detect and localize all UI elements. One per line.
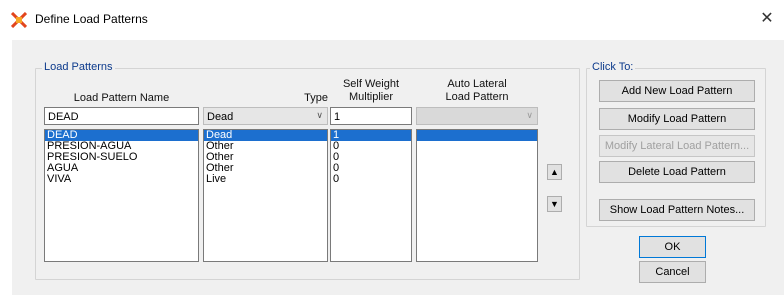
list-item[interactable]: 0	[331, 152, 411, 163]
chevron-down-icon: ∨	[316, 110, 323, 120]
dialog-body: Load Patterns Load Pattern Name Type Sel…	[12, 40, 784, 295]
header-self-weight-line1: Self Weight	[342, 78, 400, 90]
move-down-icon: ▼	[550, 199, 559, 209]
load-pattern-name-input[interactable]: DEAD	[44, 107, 199, 125]
header-type: Type	[304, 92, 328, 104]
type-select-value: Dead	[207, 111, 234, 123]
list-item[interactable]: Other	[204, 163, 327, 174]
app-logo-icon	[11, 12, 27, 28]
modify-load-pattern-button[interactable]: Modify Load Pattern	[599, 108, 755, 130]
list-item[interactable]: Other	[204, 152, 327, 163]
list-item[interactable]: Other	[204, 141, 327, 152]
load-patterns-legend: Load Patterns	[42, 61, 115, 73]
list-item[interactable]	[417, 130, 537, 141]
close-icon[interactable]: ✕	[758, 10, 776, 28]
auto-lateral-select: ∨	[416, 107, 538, 125]
list-item[interactable]: 0	[331, 141, 411, 152]
click-to-legend: Click To:	[590, 61, 636, 73]
header-auto-lateral-line1: Auto Lateral	[447, 78, 507, 90]
type-select[interactable]: Dead ∨	[203, 107, 328, 125]
list-item[interactable]: DEAD	[45, 130, 198, 141]
move-up-button[interactable]: ▲	[547, 164, 562, 180]
type-list[interactable]: Dead Other Other Other Live	[203, 129, 328, 262]
load-pattern-name-list[interactable]: DEAD PRESION-AGUA PRESION-SUELO AGUA VIV…	[44, 129, 199, 262]
list-item[interactable]: Live	[204, 174, 327, 185]
auto-lateral-list[interactable]	[416, 129, 538, 262]
modify-lateral-load-pattern-button: Modify Lateral Load Pattern...	[599, 135, 755, 157]
header-load-pattern-name: Load Pattern Name	[73, 92, 170, 104]
self-weight-multiplier-input[interactable]: 1	[330, 107, 412, 125]
ok-button[interactable]: OK	[639, 236, 706, 258]
chevron-down-icon: ∨	[526, 110, 533, 120]
delete-load-pattern-button[interactable]: Delete Load Pattern	[599, 161, 755, 183]
header-self-weight-line2: Multiplier	[348, 91, 393, 103]
move-up-icon: ▲	[550, 167, 559, 177]
list-item[interactable]: VIVA	[45, 174, 198, 185]
window-title: Define Load Patterns	[35, 12, 148, 26]
list-item[interactable]: AGUA	[45, 163, 198, 174]
list-item[interactable]: 1	[331, 130, 411, 141]
header-self-weight-multiplier: Self Weight Multiplier	[330, 78, 412, 104]
list-item[interactable]: 0	[331, 174, 411, 185]
list-item[interactable]: PRESION-AGUA	[45, 141, 198, 152]
header-auto-lateral: Auto Lateral Load Pattern	[416, 78, 538, 104]
list-item[interactable]: PRESION-SUELO	[45, 152, 198, 163]
list-item[interactable]: Dead	[204, 130, 327, 141]
add-load-pattern-button[interactable]: Add New Load Pattern	[599, 80, 755, 102]
title-bar: Define Load Patterns ✕	[0, 0, 784, 38]
multiplier-list[interactable]: 1 0 0 0 0	[330, 129, 412, 262]
header-auto-lateral-line2: Load Pattern	[445, 91, 509, 103]
move-down-button[interactable]: ▼	[547, 196, 562, 212]
show-load-pattern-notes-button[interactable]: Show Load Pattern Notes...	[599, 199, 755, 221]
cancel-button[interactable]: Cancel	[639, 261, 706, 283]
list-item[interactable]: 0	[331, 163, 411, 174]
